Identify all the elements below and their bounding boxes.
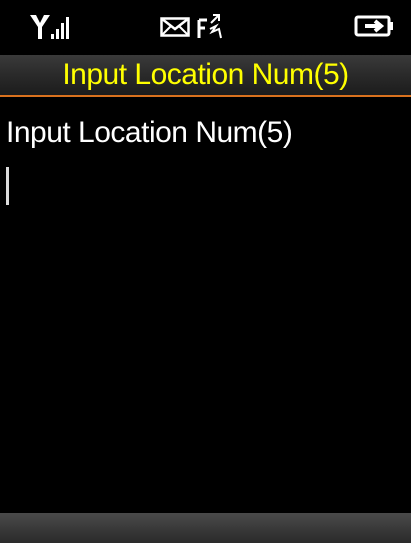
title-bar: Input Location Num(5) — [0, 55, 411, 97]
message-envelope-icon — [160, 17, 190, 37]
input-prompt-label: Input Location Num(5) — [6, 116, 293, 149]
phone-screen: Input Location Num(5) Input Location Num… — [0, 0, 411, 543]
page-title: Input Location Num(5) — [62, 58, 349, 91]
battery-charging-icon — [354, 15, 393, 37]
call-forward-icon — [197, 14, 222, 39]
text-cursor — [6, 167, 9, 205]
signal-strength-icon — [30, 15, 69, 39]
main-content[interactable]: Input Location Num(5) — [0, 97, 411, 513]
status-bar — [0, 0, 411, 55]
softkey-bar — [0, 513, 411, 543]
